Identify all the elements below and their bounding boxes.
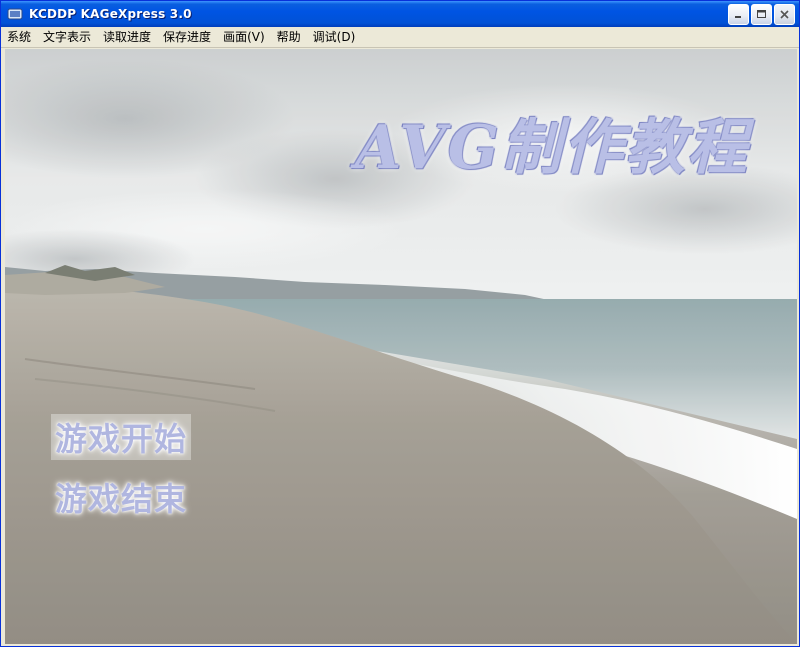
menu-text-display[interactable]: 文字表示 xyxy=(37,27,97,47)
minimize-icon xyxy=(735,16,741,18)
game-logo: AVG制作教程 xyxy=(355,113,749,183)
game-scene: AVG制作教程 游戏开始 游戏结束 xyxy=(5,49,797,644)
menu-help[interactable]: 帮助 xyxy=(271,27,307,47)
app-window: KCDDP KAGeXpress 3.0 系统 文字表示 读取进度 保存进度 画… xyxy=(0,0,800,647)
menu-load[interactable]: 读取进度 xyxy=(97,27,157,47)
title-bar[interactable]: KCDDP KAGeXpress 3.0 xyxy=(1,1,799,27)
menu-save[interactable]: 保存进度 xyxy=(157,27,217,47)
maximize-icon xyxy=(757,10,766,18)
close-button[interactable] xyxy=(774,4,795,25)
maximize-button[interactable] xyxy=(751,4,772,25)
app-icon xyxy=(7,8,23,20)
menu-system[interactable]: 系统 xyxy=(1,27,37,47)
menu-debug[interactable]: 调试(D) xyxy=(307,27,362,47)
menu-bar: 系统 文字表示 读取进度 保存进度 画面(V) 帮助 调试(D) xyxy=(1,27,799,48)
close-icon xyxy=(780,10,789,19)
start-game-button[interactable]: 游戏开始 xyxy=(51,414,192,460)
minimize-button[interactable] xyxy=(728,4,749,25)
menu-view[interactable]: 画面(V) xyxy=(217,27,271,47)
window-title: KCDDP KAGeXpress 3.0 xyxy=(29,7,192,21)
quit-game-button[interactable]: 游戏结束 xyxy=(55,474,187,520)
